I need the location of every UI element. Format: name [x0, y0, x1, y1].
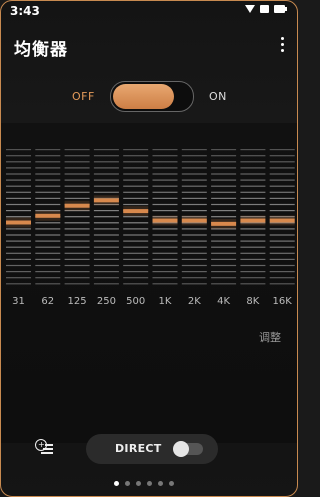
adjust-button[interactable]: 调整 — [259, 329, 281, 345]
freq-label-1k: 1K — [158, 296, 172, 307]
equalizer-panel: 31 62 125 250 500 1K 2K 4K 8K 16K 调整 — [1, 123, 297, 443]
battery-icon — [274, 5, 287, 13]
eq-band-glow — [269, 215, 295, 226]
freq-label-125: 125 — [67, 296, 87, 307]
freq-label-250: 250 — [96, 296, 116, 307]
freq-label-8k: 8K — [246, 296, 260, 307]
freq-label-2k: 2K — [187, 296, 201, 307]
eq-band-62[interactable] — [35, 149, 61, 288]
eq-band-glow — [181, 215, 207, 226]
eq-band-glow — [6, 217, 31, 228]
power-switch-thumb[interactable] — [113, 84, 174, 109]
eq-band-glow — [35, 210, 61, 221]
equalizer-sliders[interactable] — [1, 123, 297, 288]
eq-band-500[interactable] — [123, 149, 149, 288]
freq-label-16k: 16K — [272, 296, 292, 307]
eq-band-glow — [240, 215, 266, 226]
status-time: 3:43 — [10, 4, 40, 18]
more-options-icon[interactable] — [281, 37, 285, 52]
off-label: OFF — [72, 90, 95, 103]
page-dot[interactable] — [125, 481, 130, 486]
direct-switch-knob[interactable] — [173, 441, 189, 457]
eq-band-31[interactable] — [6, 149, 31, 288]
eq-band-8k[interactable] — [240, 149, 266, 288]
direct-switch[interactable] — [173, 441, 203, 457]
freq-label-4k: 4K — [217, 296, 231, 307]
eq-band-4k[interactable] — [211, 149, 237, 288]
eq-band-125[interactable] — [64, 149, 90, 288]
wifi-icon — [245, 5, 255, 13]
on-label: ON — [209, 90, 227, 103]
freq-label-500: 500 — [126, 296, 146, 307]
eq-band-glow — [93, 195, 119, 206]
page-dot[interactable] — [136, 481, 141, 486]
eq-band-2k[interactable] — [181, 149, 207, 288]
eq-band-glow — [152, 215, 178, 226]
eq-band-16k[interactable] — [269, 149, 295, 288]
page-title: 均衡器 — [14, 40, 68, 60]
page-dot[interactable] — [169, 481, 174, 486]
direct-label: DIRECT — [115, 442, 162, 455]
frequency-labels: 31 62 125 250 500 1K 2K 4K 8K 16K — [1, 296, 297, 310]
page-dot[interactable] — [114, 481, 119, 486]
freq-label-31: 31 — [12, 296, 25, 307]
app-frame: 3:43 均衡器 OFF ON 31 62 125 250 500 1K 2K 4K 8K 16K… — [0, 0, 298, 497]
status-icons — [245, 5, 287, 13]
eq-band-glow — [123, 206, 149, 217]
power-toggle-row: OFF ON — [1, 79, 297, 113]
page-dot[interactable] — [158, 481, 163, 486]
eq-band-glow — [211, 218, 237, 229]
page-indicator — [114, 481, 174, 486]
add-preset-icon[interactable]: + — [35, 439, 53, 455]
freq-label-62: 62 — [41, 296, 55, 307]
eq-band-250[interactable] — [93, 149, 119, 288]
direct-mode-control: DIRECT — [86, 434, 218, 464]
page-dot[interactable] — [147, 481, 152, 486]
power-switch[interactable] — [110, 81, 194, 112]
sim-icon — [260, 5, 269, 13]
status-bar: 3:43 — [1, 1, 297, 23]
eq-band-1k[interactable] — [152, 149, 178, 288]
eq-band-glow — [64, 200, 90, 211]
